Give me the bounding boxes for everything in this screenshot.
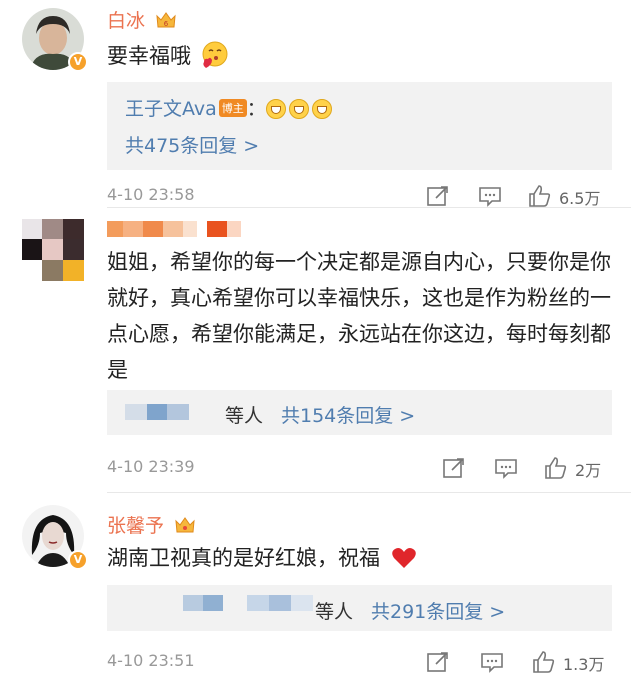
view-replies-link[interactable]: 共475条回复 > (125, 131, 259, 158)
username[interactable]: 张馨予 (107, 511, 196, 538)
comment-item: 姐姐，希望你的每一个决定都是源自内心，只要你是你就好，真心希望你可以幸福快乐，这… (0, 208, 631, 483)
kiss-emoji-icon (202, 41, 228, 68)
username-label[interactable]: 白冰 (107, 10, 145, 32)
comment-time: 4-10 23:39 (107, 457, 195, 476)
like-icon[interactable] (527, 183, 553, 209)
avatar[interactable] (22, 219, 84, 281)
crown-icon: 6 (156, 12, 176, 28)
comment-time: 4-10 23:58 (107, 185, 195, 204)
reply-author-link[interactable]: 王子文Ava (125, 98, 217, 120)
comment-text-content: 湖南卫视真的是好红娘，祝福 (107, 546, 380, 570)
comment-text: 湖南卫视真的是好红娘，祝福 (107, 540, 612, 576)
reply-box[interactable]: 王子文Ava 博主： 共475条回复 > (107, 82, 612, 170)
grin-emoji-icon (311, 99, 332, 119)
share-icon[interactable] (425, 649, 451, 675)
username[interactable]: 白冰 6 (107, 6, 177, 33)
reply-others-label: 等人 (225, 405, 264, 427)
reply-box[interactable]: 等人 共154条回复 > (107, 390, 612, 435)
comment-icon[interactable] (477, 183, 503, 209)
grin-emoji-icon (288, 99, 309, 119)
reply-box[interactable]: 等人 共291条回复 > (107, 585, 612, 631)
comment-text-content: 姐姐，希望你的每一个决定都是源自内心，只要你是你就好，真心希望你可以幸福快乐，这… (107, 250, 611, 382)
comment-footer: 4-10 23:51 1.3万 (107, 647, 612, 677)
like-count: 2万 (575, 461, 602, 480)
reply-others-label: 等人 (315, 601, 354, 623)
reply-avatars-mosaic (125, 404, 189, 420)
reply-avatars-mosaic (107, 595, 313, 611)
grin-emoji-icon (265, 99, 286, 119)
reply-preview: 王子文Ava 博主： (125, 94, 335, 121)
svg-text:6: 6 (164, 20, 169, 28)
like-count: 6.5万 (559, 189, 601, 208)
view-replies-link[interactable]: 共291条回复 > (371, 597, 505, 624)
blogger-badge: 博主 (218, 99, 247, 117)
comment-text: 姐姐，希望你的每一个决定都是源自内心，只要你是你就好，真心希望你可以幸福快乐，这… (107, 244, 612, 388)
verified-icon: V (68, 52, 88, 72)
avatar-pixelated-image (22, 219, 84, 281)
crown-icon (175, 517, 195, 533)
like-icon[interactable] (543, 455, 569, 481)
comment-item: V 张馨予 湖南卫视真的是好红娘，祝福 等人 共291条回复 > 4-10 23… (0, 493, 631, 677)
reply-separator: ： (246, 98, 266, 120)
comment-time: 4-10 23:51 (107, 651, 195, 670)
verified-icon: V (68, 550, 88, 570)
share-icon[interactable] (425, 183, 451, 209)
comment-text: 要幸福哦 (107, 38, 612, 74)
heart-icon (391, 548, 416, 568)
comment-icon[interactable] (479, 649, 505, 675)
like-count: 1.3万 (563, 655, 605, 674)
like-icon[interactable] (531, 649, 557, 675)
username-label[interactable]: 张馨予 (107, 515, 164, 537)
comment-item: V 白冰 6 要幸福哦 王子文Ava 博主： 共475条回复 > 4-10 23:… (0, 0, 631, 215)
share-icon[interactable] (441, 455, 467, 481)
comment-text-content: 要幸福哦 (107, 44, 191, 68)
comment-footer: 4-10 23:39 2万 (107, 453, 612, 483)
view-replies-link[interactable]: 共154条回复 > (281, 401, 415, 428)
comment-icon[interactable] (493, 455, 519, 481)
username-redacted[interactable] (107, 218, 257, 240)
username-mosaic (107, 221, 241, 237)
